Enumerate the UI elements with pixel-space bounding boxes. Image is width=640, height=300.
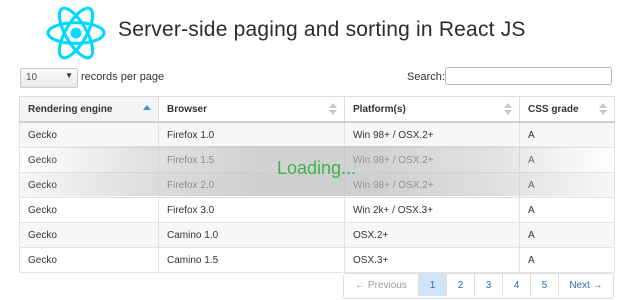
column-header-rendering-engine[interactable]: Rendering engine: [19, 96, 159, 123]
table-row: Gecko Firefox 2.0 Win 98+ / OSX.2+ A: [19, 172, 615, 198]
data-table: Rendering engine Browser Platform(s) CSS…: [19, 96, 615, 273]
table-row: Gecko Firefox 1.5 Win 98+ / OSX.2+ A: [19, 147, 615, 173]
cell-browser: Firefox 1.0: [158, 121, 345, 148]
page-button-3[interactable]: 3: [475, 274, 503, 296]
page-button-1[interactable]: 1: [419, 274, 447, 296]
table-row: Gecko Firefox 1.0 Win 98+ / OSX.2+ A: [19, 121, 615, 148]
page-length-label: records per page: [81, 71, 165, 83]
cell-platform: Win 98+ / OSX.2+: [344, 147, 520, 173]
page-header: Server-side paging and sorting in React …: [0, 0, 640, 66]
pagination: ← Previous 1 2 3 4 5 Next →: [343, 273, 614, 299]
next-page-button[interactable]: Next →: [559, 274, 613, 296]
cell-platform: Win 98+ / OSX.2+: [344, 172, 520, 198]
column-header-label: Browser: [167, 103, 208, 115]
column-header-label: Platform(s): [353, 103, 406, 115]
column-header-label: CSS grade: [528, 103, 579, 115]
cell-browser: Camino 1.5: [158, 247, 345, 273]
cell-browser: Firefox 2.0: [158, 172, 345, 198]
sort-ascending-icon: [143, 105, 151, 117]
cell-platform: OSX.3+: [344, 247, 520, 273]
cell-engine: Gecko: [19, 247, 159, 273]
cell-platform: Win 98+ / OSX.2+: [344, 121, 520, 148]
cell-grade: A: [519, 147, 615, 173]
table-row: Gecko Firefox 3.0 Win 2k+ / OSX.3+ A: [19, 197, 615, 223]
search-label: Search:: [407, 71, 445, 83]
cell-grade: A: [519, 121, 615, 148]
page-button-5[interactable]: 5: [531, 274, 559, 296]
column-header-css-grade[interactable]: CSS grade: [519, 96, 615, 123]
table-row: Gecko Camino 1.0 OSX.2+ A: [19, 222, 615, 248]
cell-browser: Camino 1.0: [158, 222, 345, 248]
column-header-platforms[interactable]: Platform(s): [344, 96, 520, 123]
cell-engine: Gecko: [19, 121, 159, 148]
page-button-4[interactable]: 4: [503, 274, 531, 296]
cell-engine: Gecko: [19, 147, 159, 173]
column-header-label: Rendering engine: [28, 103, 113, 115]
cell-engine: Gecko: [19, 222, 159, 248]
page-title: Server-side paging and sorting in React …: [118, 18, 526, 41]
cell-browser: Firefox 1.5: [158, 147, 345, 173]
page-button-2[interactable]: 2: [447, 274, 475, 296]
previous-page-button[interactable]: ← Previous: [344, 274, 419, 296]
table-row: Gecko Camino 1.5 OSX.3+ A: [19, 247, 615, 273]
sort-icon: [504, 103, 512, 115]
sort-icon: [599, 103, 607, 115]
table-header-row: Rendering engine Browser Platform(s) CSS…: [19, 96, 615, 123]
caret-down-icon: ▼: [65, 71, 73, 80]
search-input[interactable]: [445, 67, 612, 85]
sort-icon: [329, 103, 337, 115]
cell-browser: Firefox 3.0: [158, 197, 345, 223]
react-logo-icon: [46, 6, 106, 60]
cell-platform: OSX.2+: [344, 222, 520, 248]
cell-grade: A: [519, 222, 615, 248]
cell-platform: Win 2k+ / OSX.3+: [344, 197, 520, 223]
page-length-select[interactable]: 10 ▼: [20, 68, 78, 88]
column-header-browser[interactable]: Browser: [158, 96, 345, 123]
cell-engine: Gecko: [19, 172, 159, 198]
cell-grade: A: [519, 247, 615, 273]
cell-engine: Gecko: [19, 197, 159, 223]
cell-grade: A: [519, 197, 615, 223]
page-length-value: 10: [26, 72, 38, 83]
cell-grade: A: [519, 172, 615, 198]
